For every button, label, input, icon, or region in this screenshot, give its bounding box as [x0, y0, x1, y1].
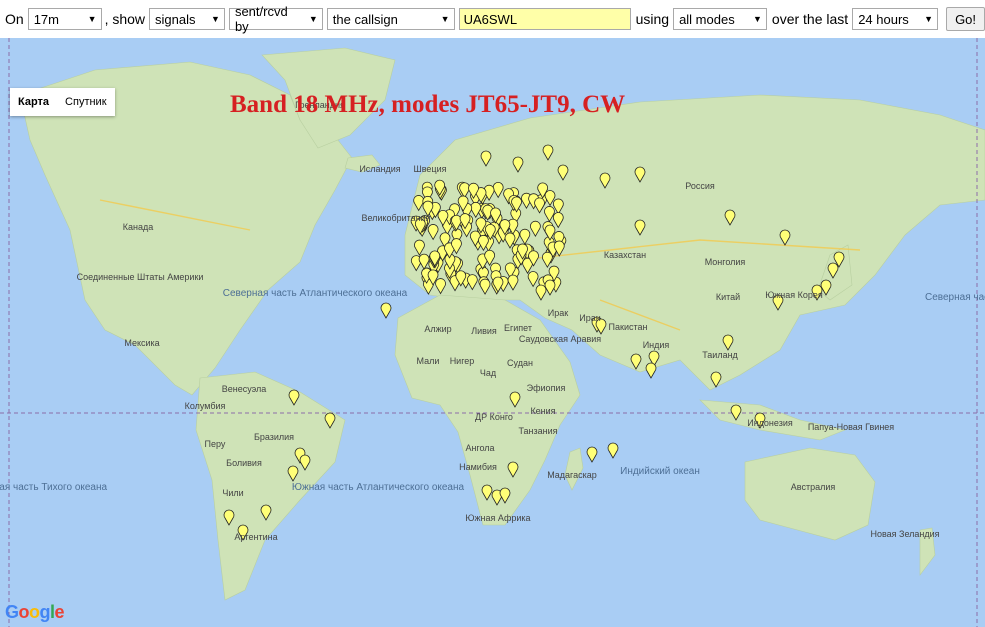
label-s-atlantic: Южная часть Атлантического океана [292, 482, 465, 493]
direction-value: sent/rcvd by [234, 4, 288, 34]
map-marker[interactable] [607, 442, 619, 459]
label-pakistan: Пакистан [609, 322, 648, 332]
map-canvas[interactable]: Гренландия Исландия Канада Соединенные Ш… [0, 38, 985, 627]
label-chile: Чили [222, 488, 243, 498]
label-australia: Австралия [791, 482, 836, 492]
label-colombia: Колумбия [185, 401, 226, 411]
label-usa: Соединенные Штаты Америки [77, 272, 204, 282]
label-brazil: Бразилия [254, 432, 294, 442]
map-type-control: Карта Спутник [10, 88, 115, 116]
callsign-input[interactable] [458, 8, 631, 30]
label-saudi: Саудовская Аравия [519, 334, 601, 344]
period-select[interactable]: 24 hours ▼ [852, 8, 939, 30]
label-china: Китай [716, 292, 740, 302]
chevron-down-icon: ▼ [440, 14, 450, 24]
map-type-map-button[interactable]: Карта [10, 88, 57, 116]
label-thailand: Таиланд [702, 350, 738, 360]
label-s-pacific: Южная часть Тихого океана [0, 482, 108, 493]
label-tanzania: Танзания [518, 426, 557, 436]
label-s-africa: Южная Африка [465, 513, 530, 523]
label-peru: Перу [205, 439, 226, 449]
label-chad: Чад [480, 368, 497, 378]
label-india: Индия [643, 340, 670, 350]
show-value: signals [155, 11, 196, 27]
label-ethiopia: Эфиопия [527, 383, 566, 393]
toolbar: On 17m ▼ , show signals ▼ sent/rcvd by ▼ th… [0, 0, 985, 38]
map-marker[interactable] [380, 302, 392, 319]
band-select[interactable]: 17m ▼ [27, 8, 102, 30]
land-madagascar [564, 447, 584, 491]
label-drc: ДР Конго [475, 412, 513, 422]
label-mexico: Мексика [124, 338, 159, 348]
using-label: using [635, 11, 670, 27]
map-marker[interactable] [645, 362, 657, 379]
label-mali: Мали [417, 356, 440, 366]
label-argentina: Аргентина [234, 532, 277, 542]
label-nz: Новая Зеландия [870, 529, 939, 539]
label-mongolia: Монголия [705, 257, 746, 267]
label-n-pacific: Северная часть [925, 292, 985, 303]
label-sweden: Швеция [414, 164, 447, 174]
map-type-satellite-button[interactable]: Спутник [57, 88, 114, 116]
label-uk: Великобритания [361, 213, 430, 223]
label-venezuela: Венесуэла [222, 384, 267, 394]
label-madagascar: Мадагаскар [547, 470, 597, 480]
chevron-down-icon: ▼ [211, 14, 220, 24]
mode-select[interactable]: all modes ▼ [673, 8, 767, 30]
label-kazakhstan: Казахстан [604, 250, 646, 260]
label-iran: Иран [579, 313, 600, 323]
land-australia [744, 447, 876, 541]
label-indonesia: Индонезия [747, 418, 793, 428]
label-kenya: Кения [530, 406, 555, 416]
map-marker[interactable] [586, 446, 598, 463]
over-label: over the last [771, 11, 849, 27]
label-niger: Нигер [450, 356, 475, 366]
label-angola: Ангола [465, 443, 494, 453]
band-value: 17m [33, 11, 59, 27]
label-png: Папуа-Новая Гвинея [808, 422, 894, 432]
on-label: On [5, 11, 24, 27]
map-title: Band 18 MHz, modes JT65-JT9, CW [230, 91, 626, 118]
label-russia: Россия [685, 181, 715, 191]
label-iceland: Исландия [359, 164, 400, 174]
google-logo: Google [5, 602, 65, 622]
show-select[interactable]: signals ▼ [149, 8, 225, 30]
target-value: the callsign [332, 11, 398, 27]
direction-select[interactable]: sent/rcvd by ▼ [228, 4, 323, 34]
chevron-down-icon: ▼ [753, 14, 762, 24]
mode-value: all modes [679, 11, 735, 27]
label-n-atlantic: Северная часть Атлантического океана [223, 288, 408, 299]
target-select[interactable]: the callsign ▼ [326, 8, 455, 30]
label-libya: Ливия [471, 326, 497, 336]
label-bolivia: Боливия [226, 458, 262, 468]
label-namibia: Намибия [459, 462, 497, 472]
label-canada: Канада [123, 222, 153, 232]
show-label: , show [104, 11, 146, 27]
label-sudan: Судан [507, 358, 533, 368]
label-iraq: Ирак [548, 308, 568, 318]
label-egypt: Египет [504, 323, 532, 333]
period-value: 24 hours [858, 11, 909, 27]
go-button[interactable]: Go! [946, 7, 985, 31]
world-map: Гренландия Исландия Канада Соединенные Ш… [0, 38, 985, 627]
chevron-down-icon: ▼ [924, 14, 934, 24]
label-korea: Южная Корея [765, 290, 823, 300]
label-indian-ocean: Индийский океан [620, 466, 700, 477]
chevron-down-icon: ▼ [308, 14, 318, 24]
label-algeria: Алжир [424, 324, 451, 334]
chevron-down-icon: ▼ [87, 14, 97, 24]
